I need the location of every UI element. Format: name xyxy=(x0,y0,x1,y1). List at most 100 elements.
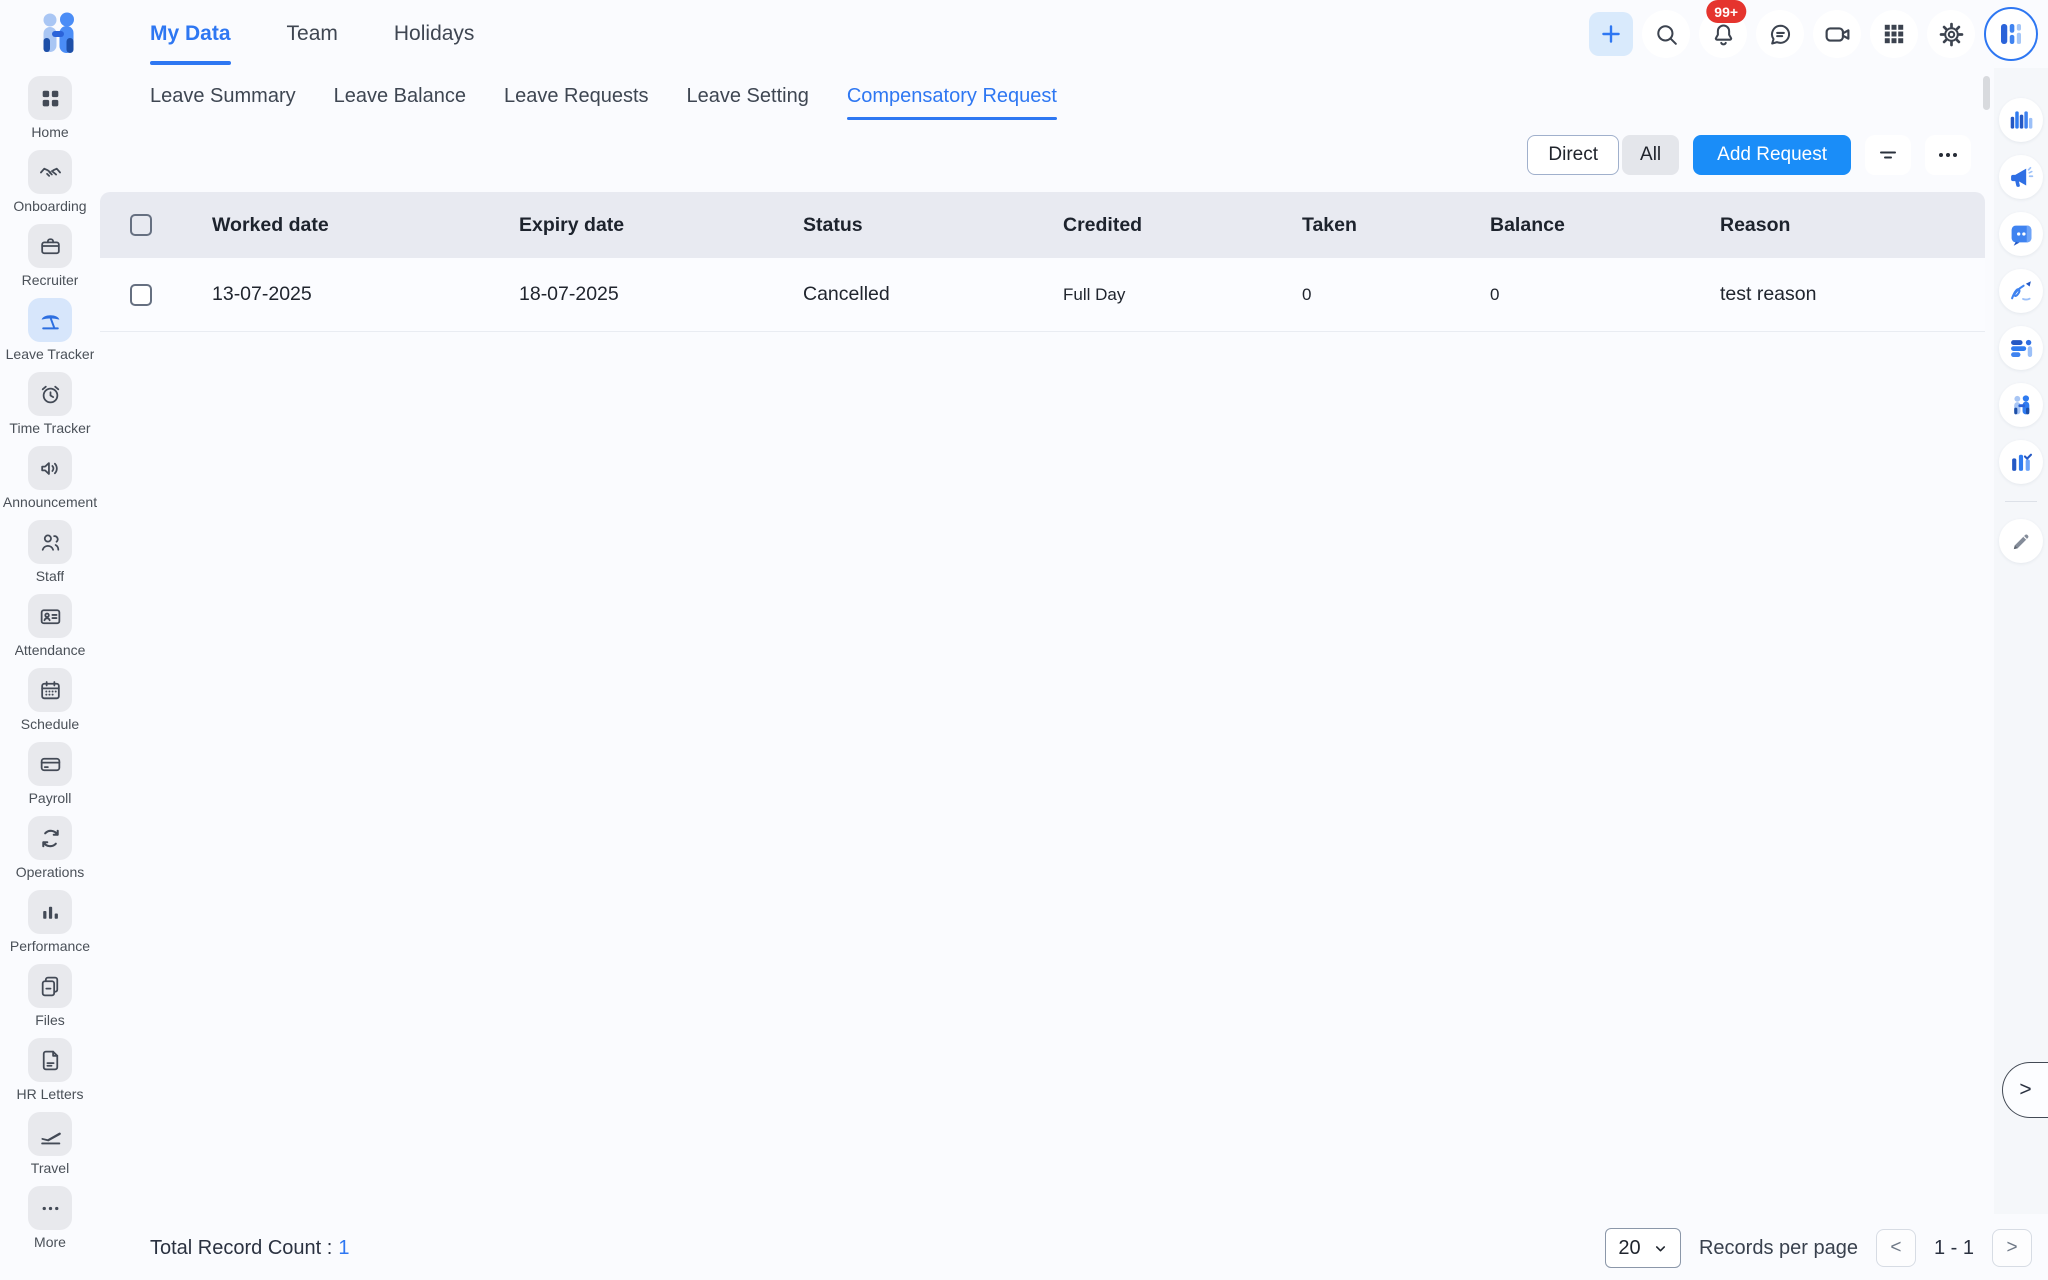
column-header-worked-date: Worked date xyxy=(212,213,329,236)
prev-page-button[interactable]: < xyxy=(1875,1229,1916,1267)
pencil-icon xyxy=(2010,530,2033,553)
row-checkbox[interactable] xyxy=(130,283,152,306)
sidebar-item-label: More xyxy=(34,1234,66,1250)
subtab-leave-requests[interactable]: Leave Requests xyxy=(504,85,649,118)
sidebar-item-time-tracker[interactable]: Time Tracker xyxy=(0,372,100,436)
scrollbar-thumb[interactable] xyxy=(1983,76,1990,110)
speaker-icon xyxy=(38,456,63,481)
footer: Total Record Count :1 20 Records per pag… xyxy=(100,1216,2048,1280)
subtab-leave-setting[interactable]: Leave Setting xyxy=(687,85,809,118)
signature-app-button[interactable] xyxy=(1999,269,2043,313)
document-icon xyxy=(38,1048,63,1073)
table-row[interactable]: 13-07-2025 18-07-2025 Cancelled Full Day… xyxy=(100,258,1985,332)
sidebar-item-attendance[interactable]: Attendance xyxy=(0,594,100,658)
video-call-button[interactable] xyxy=(1813,10,1861,58)
column-header-reason: Reason xyxy=(1720,213,1791,236)
left-sidebar: Home Onboarding Recruiter Leave Tracker … xyxy=(0,68,100,1280)
sidebar-item-label: Time Tracker xyxy=(9,420,91,436)
sidebar-item-label: Recruiter xyxy=(21,272,79,288)
sidebar-item-more[interactable]: More xyxy=(0,1186,100,1250)
column-header-credited: Credited xyxy=(1063,213,1143,236)
sidebar-item-home[interactable]: Home xyxy=(0,76,100,140)
search-button[interactable] xyxy=(1642,10,1690,58)
select-all-checkbox[interactable] xyxy=(130,214,152,236)
more-options-button[interactable] xyxy=(1925,135,1971,175)
sidebar-item-travel[interactable]: Travel xyxy=(0,1112,100,1176)
sidebar-item-hr-letters[interactable]: HR Letters xyxy=(0,1038,100,1102)
total-record-count: Total Record Count :1 xyxy=(100,1237,349,1260)
sync-icon xyxy=(38,826,63,851)
analytics-app-button[interactable] xyxy=(1999,98,2043,142)
projects-app-button[interactable] xyxy=(1999,440,2043,484)
add-request-button[interactable]: Add Request xyxy=(1693,135,1851,175)
all-button[interactable]: All xyxy=(1622,135,1680,175)
sidebar-item-label: Travel xyxy=(30,1160,70,1176)
add-button[interactable] xyxy=(1589,12,1633,56)
page-size-value: 20 xyxy=(1618,1236,1641,1259)
sidebar-item-label: Attendance xyxy=(14,642,86,658)
sidebar-item-label: Home xyxy=(31,124,69,140)
notification-badge: 99+ xyxy=(1706,0,1747,23)
app-logo-icon[interactable] xyxy=(30,7,86,63)
cell-expiry-date: 18-07-2025 xyxy=(519,283,619,305)
sidebar-item-label: Performance xyxy=(9,938,91,954)
records-per-page-label: Records per page xyxy=(1698,1236,1858,1259)
home-icon xyxy=(38,86,63,111)
page-range: 1 - 1 xyxy=(1933,1236,1974,1259)
next-page-button[interactable]: > xyxy=(1992,1229,2032,1267)
right-app-rail xyxy=(1994,68,2048,1214)
people-app-button[interactable] xyxy=(1999,383,2043,427)
column-header-status: Status xyxy=(803,213,863,236)
sidebar-item-label: Leave Tracker xyxy=(5,346,95,362)
apps-button[interactable] xyxy=(1870,10,1918,58)
rail-divider xyxy=(2005,501,2037,502)
sidebar-item-operations[interactable]: Operations xyxy=(0,816,100,880)
cell-reason: test reason xyxy=(1720,283,1817,305)
sidebar-item-staff[interactable]: Staff xyxy=(0,520,100,584)
column-header-expiry-date: Expiry date xyxy=(519,213,625,236)
sidebar-item-announcement[interactable]: Announcement xyxy=(0,446,100,510)
direct-button[interactable]: Direct xyxy=(1527,135,1620,175)
tab-team[interactable]: Team xyxy=(287,0,338,68)
user-avatar[interactable] xyxy=(1984,7,2038,61)
leave-subtabs: Leave Summary Leave Balance Leave Reques… xyxy=(100,68,1985,120)
subtab-leave-summary[interactable]: Leave Summary xyxy=(150,85,296,118)
tab-holidays[interactable]: Holidays xyxy=(394,0,475,68)
sidebar-item-payroll[interactable]: Payroll xyxy=(0,742,100,806)
edit-rail-button[interactable] xyxy=(1999,519,2043,563)
sidebar-item-performance[interactable]: Performance xyxy=(0,890,100,954)
column-header-taken: Taken xyxy=(1302,213,1357,236)
tasks-app-button[interactable] xyxy=(1999,326,2043,370)
total-record-count-label: Total Record Count : xyxy=(150,1236,333,1259)
people-icon xyxy=(38,530,63,555)
handshake-icon xyxy=(38,160,63,185)
tab-my-data[interactable]: My Data xyxy=(150,0,231,68)
cell-balance: 0 xyxy=(1490,284,1500,304)
subtab-compensatory-request[interactable]: Compensatory Request xyxy=(846,85,1058,120)
notifications-button[interactable]: 99+ xyxy=(1699,0,1747,58)
settings-button[interactable] xyxy=(1927,10,1975,58)
topbar-actions: 99+ xyxy=(1589,0,2048,61)
sidebar-item-schedule[interactable]: Schedule xyxy=(0,668,100,732)
sidebar-item-label: Schedule xyxy=(20,716,80,732)
messages-button[interactable] xyxy=(1756,10,1804,58)
sidebar-item-leave-tracker[interactable]: Leave Tracker xyxy=(0,298,100,362)
main-content: Leave Summary Leave Balance Leave Reques… xyxy=(100,68,1985,332)
subtab-leave-balance[interactable]: Leave Balance xyxy=(334,85,466,118)
filter-button[interactable] xyxy=(1865,135,1911,175)
pagination: 20 Records per page < 1 - 1 > xyxy=(1604,1228,2048,1268)
bar-chart-icon xyxy=(38,900,63,925)
analytics-icon xyxy=(2008,107,2034,133)
sidebar-item-onboarding[interactable]: Onboarding xyxy=(0,150,100,214)
page-size-select[interactable]: 20 xyxy=(1604,1228,1681,1268)
compensatory-request-table: Worked date Expiry date Status Credited … xyxy=(100,192,1985,332)
documents-icon xyxy=(38,974,63,999)
chat-app-button[interactable] xyxy=(1999,212,2043,256)
sidebar-item-recruiter[interactable]: Recruiter xyxy=(0,224,100,288)
search-icon xyxy=(1653,21,1680,48)
bell-icon xyxy=(1710,21,1737,48)
topbar: My Data Team Holidays 99+ xyxy=(0,0,2048,68)
ellipsis-icon xyxy=(1936,143,1960,167)
announcement-app-button[interactable] xyxy=(1999,155,2043,199)
sidebar-item-files[interactable]: Files xyxy=(0,964,100,1028)
